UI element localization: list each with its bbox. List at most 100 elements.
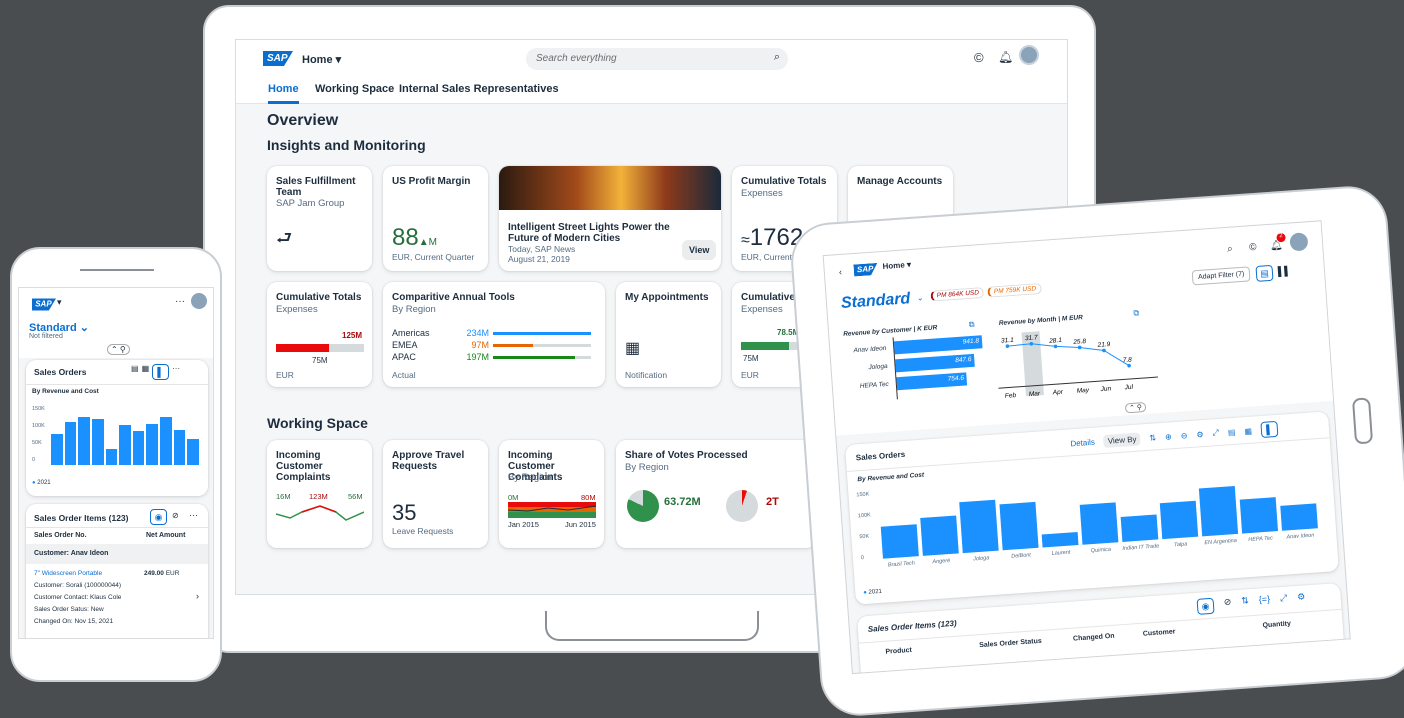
news-date: August 21, 2019 [508,254,570,264]
card-subtitle: By Region [392,304,436,315]
card-my-appointments[interactable]: My Appointments ▦ Notification [616,282,721,387]
tab-working-space[interactable]: Working Space [315,83,394,95]
collapse-header-button[interactable]: ⌃ ⚲ [107,344,130,355]
zoom-in-icon[interactable]: ⊕ [1165,432,1172,441]
group-icon[interactable]: {=} [1258,594,1270,611]
eye-icon[interactable]: ◉ [1196,597,1215,615]
sort-icon[interactable]: ⇅ [1241,595,1250,611]
card-news[interactable]: Intelligent Street Lights Power the Futu… [499,166,721,271]
back-icon[interactable]: ‹ [839,267,843,277]
area-max: 80M [581,493,596,502]
line-value: 28.1 [1048,337,1062,345]
card-comparitive-annual-tools[interactable]: Comparitive Annual Tools By Region Ameri… [383,282,605,387]
search-icon[interactable]: ⌕ [1227,244,1233,255]
line-point[interactable] [1053,344,1058,349]
settings-icon[interactable]: ⚙ [1196,430,1204,439]
x-tick: Quimica [1090,546,1112,555]
bar [999,501,1039,551]
zoom-out-icon[interactable]: ⊖ [1180,431,1187,440]
card-footer: EUR, Current Quarter [392,252,475,262]
overflow-icon[interactable]: ··· [175,296,185,307]
bell-icon[interactable]: 🔔︎ [998,50,1013,64]
avatar[interactable] [1019,45,1039,65]
bar [173,429,186,465]
bar-chart-icon[interactable]: ▌▌ [1278,266,1291,277]
card-us-profit-margin[interactable]: US Profit Margin 88▲M EUR, Current Quart… [383,166,488,271]
overflow-icon[interactable]: ··· [189,510,198,520]
col-header-changed-on: Changed On [1072,632,1115,643]
view-by-button[interactable]: View By [1103,431,1141,448]
view-button[interactable]: View [682,240,717,260]
x-tick: EN Argentina [1204,537,1238,547]
region-value: 197M [466,352,489,362]
bar-chart-icon[interactable]: ▌ [1260,420,1279,438]
news-title: Intelligent Street Lights Power the Futu… [508,222,670,244]
chart-toolbar: Details View By ⇅ ⊕ ⊖ ⚙ ⤢ ▤ ▦ ▌ [1070,420,1279,451]
item-amount: 249.00 [144,570,164,577]
tablet-home-button[interactable] [1351,397,1374,445]
chevron-right-icon[interactable]: › [196,591,199,601]
card-footer: EUR [741,370,759,380]
card-approve-travel[interactable]: Approve Travel Requests 35 Leave Request… [383,440,488,548]
overflow-icon[interactable]: ··· [172,364,180,380]
table-icon[interactable]: ▦ [142,364,150,380]
details-link[interactable]: Details [1070,437,1095,448]
link-icon[interactable]: ⧉ [1133,308,1139,318]
tab-home[interactable]: Home [268,83,299,104]
line-chart-icon[interactable]: ▤ [1255,264,1274,282]
x-tick: Indian IT Trade [1122,543,1160,552]
bar [1159,500,1199,540]
home-menu[interactable]: Home ▾ [302,53,341,66]
card-share-of-votes[interactable]: Share of Votes Processed By Region 63.72… [616,440,816,548]
area-min: 0M [508,493,519,502]
line-chart-icon[interactable]: ▤ [131,364,139,380]
search-icon[interactable]: ⌕ [774,51,780,64]
chevron-down-icon[interactable]: ▾ [57,297,62,308]
line-point[interactable] [1077,345,1082,350]
date-start: Jan 2015 [508,520,539,529]
line-chart-icon[interactable]: ▤ [1228,427,1236,437]
card-incoming-complaints-1[interactable]: Incoming Customer Complaints 16M 123M 56… [267,440,372,548]
col-header-customer: Customer [1142,628,1176,638]
legend: ● 2021 [863,589,882,596]
tab-internal-sales[interactable]: Internal Sales Representatives [399,83,559,95]
card-footer: Actual [392,370,416,380]
hide-icon[interactable]: ⊘ [172,511,179,520]
copilot-icon[interactable]: © [974,50,984,65]
copilot-icon[interactable]: © [1249,242,1257,253]
table-icon[interactable]: ▦ [1244,426,1252,436]
line-point[interactable] [1005,344,1010,348]
line-value: 7.8 [1122,356,1132,364]
kpi-value: 88 [392,224,419,251]
calendar-icon: ▦ [625,340,641,357]
hide-icon[interactable]: ⊘ [1223,596,1232,612]
search-input[interactable]: Search everything ⌕ [526,48,788,70]
y-axis: 150K 100K 50K 0 [32,406,52,463]
rbc-value: 847.6 [954,356,972,365]
line-start-value: 16M [276,492,291,501]
item-link[interactable]: 7" Widescreen Portable [34,570,102,577]
sort-icon[interactable]: ⇅ [1149,433,1156,442]
card-title: Sales Order Items (123) [867,618,957,634]
section-working-space: Working Space [267,415,368,431]
avatar[interactable] [191,293,207,309]
card-sales-fulfillment[interactable]: Sales Fulfillment Team SAP Jam Group ⮐ [267,166,372,271]
link-icon[interactable]: ⧉ [969,320,975,330]
tablet-sales-orders-card: Sales Orders Details View By ⇅ ⊕ ⊖ ⚙ ⤢ ▤ ▦ ▌ By… [844,411,1339,605]
card-cumulative-totals-2[interactable]: Cumulative Totals Expenses 125M 75M EUR [267,282,372,387]
chevron-down-icon[interactable]: ⌄ [917,293,924,302]
fullscreen-icon[interactable]: ⤢ [1212,428,1219,438]
card-incoming-complaints-2[interactable]: Incoming Customer Complaints By Region 0… [499,440,604,548]
bar-chart-icon[interactable]: ▌ [152,364,170,380]
col-header-order-no: Sales Order No. [34,532,87,539]
eye-icon[interactable]: ◉ [150,509,167,525]
bar [1198,486,1239,537]
votes-pie-2 [726,490,758,522]
collapse-header-button[interactable]: ⌃ ⚲ [1124,401,1147,414]
filter-status: Not filtered [29,333,63,340]
settings-icon[interactable]: ⚙ [1297,591,1306,608]
fullscreen-icon[interactable]: ⤢ [1280,593,1288,609]
card-subtitle: Expenses [741,188,783,199]
y-tick: 150K [856,491,870,499]
y-tick: 0 [32,457,36,463]
